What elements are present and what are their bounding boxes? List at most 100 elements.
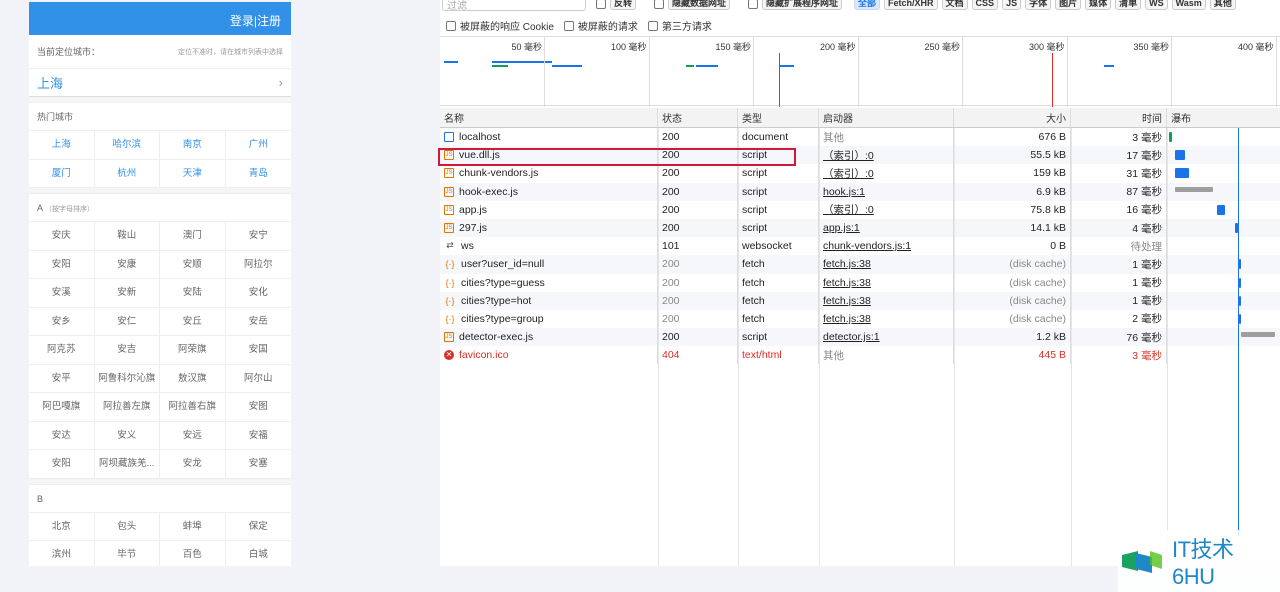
city-item[interactable]: 安丘 xyxy=(160,307,226,336)
table-row[interactable]: JS chunk-vendors.js 200 script （索引）:0 159 kB 3… xyxy=(440,164,1280,183)
table-row[interactable]: localhost 200 document 其他 676 B3 毫秒 xyxy=(440,128,1280,147)
city-item[interactable]: 阿荣旗 xyxy=(160,336,226,365)
city-item[interactable]: 阿坝藏族羌... xyxy=(94,450,160,479)
type-filter-button[interactable]: Fetch/XHR xyxy=(884,0,938,10)
column-header[interactable]: 名称 xyxy=(440,108,658,127)
hot-city-item[interactable]: 青岛 xyxy=(225,160,291,188)
table-row[interactable]: JS app.js 200 script （索引）:0 75.8 kB 16 毫秒 xyxy=(440,200,1280,219)
login-register-link[interactable]: 登录|注册 xyxy=(230,14,281,28)
column-header[interactable]: 类型 xyxy=(738,108,819,127)
initiator-link[interactable]: app.js:1 xyxy=(823,222,860,234)
city-item[interactable]: 阿巴嘎旗 xyxy=(29,393,95,422)
request-name[interactable]: user?user_id=null xyxy=(461,258,544,270)
initiator-link[interactable]: （索引）:0 xyxy=(823,148,874,163)
city-item[interactable]: 安宁 xyxy=(225,222,291,251)
city-item[interactable]: 百色 xyxy=(160,541,226,566)
type-filter-button[interactable]: 全部 xyxy=(854,0,881,10)
city-item[interactable]: 澳门 xyxy=(160,222,226,251)
initiator-link[interactable]: fetch.js:38 xyxy=(823,277,871,289)
city-item[interactable]: 白城 xyxy=(226,541,292,566)
table-row[interactable]: JS hook-exec.js 200 script hook.js:1 6.9 kB 87… xyxy=(440,182,1280,201)
request-name[interactable]: favicon.ico xyxy=(459,349,509,361)
hot-city-item[interactable]: 上海 xyxy=(29,131,95,160)
hot-city-item[interactable]: 天津 xyxy=(160,159,226,188)
city-item[interactable]: 安顺 xyxy=(160,250,226,279)
city-item[interactable]: 安新 xyxy=(94,279,160,308)
column-header[interactable]: 大小 xyxy=(954,108,1071,127)
hot-city-item[interactable]: 南京 xyxy=(160,131,226,160)
blocked-cookies-checkbox[interactable]: 被屏蔽的响应 Cookie xyxy=(446,18,554,33)
column-header[interactable]: 瀑布 xyxy=(1167,108,1280,127)
city-item[interactable]: 安福 xyxy=(225,422,291,450)
city-item[interactable]: 阿尔山 xyxy=(225,365,291,393)
city-item[interactable]: 安溪 xyxy=(29,279,95,308)
timeline-overview[interactable]: 50 毫秒 100 毫秒 150 毫秒 200 毫秒 250 毫秒 300 毫秒 350 毫… xyxy=(440,36,1280,107)
city-item[interactable]: 安吉 xyxy=(94,336,160,365)
request-name[interactable]: 297.js xyxy=(459,222,487,234)
city-item[interactable]: 安阳 xyxy=(29,450,95,479)
request-name[interactable]: cities?type=guess xyxy=(461,277,545,289)
type-filter-button[interactable]: 媒体 xyxy=(1085,0,1112,10)
type-filter-button[interactable]: WS xyxy=(1145,0,1168,10)
column-header[interactable]: 状态 xyxy=(658,108,738,127)
column-header[interactable]: 时间 xyxy=(1071,108,1167,127)
request-name[interactable]: detector-exec.js xyxy=(459,331,533,343)
request-name[interactable]: ws xyxy=(461,240,474,252)
city-item[interactable]: 阿拉尔 xyxy=(225,251,291,279)
table-row[interactable]: {·} user?user_id=null 200 fetch fetch.js:38 (… xyxy=(440,255,1280,274)
city-item[interactable]: 阿拉善右旗 xyxy=(160,393,226,422)
hide-ext-urls-checkbox[interactable]: 隐藏扩展程序网址 xyxy=(748,0,843,10)
city-item[interactable]: 保定 xyxy=(225,513,291,541)
city-item[interactable]: 敖汉旗 xyxy=(160,364,226,393)
type-filter-button[interactable]: 清单 xyxy=(1115,0,1142,10)
request-name[interactable]: app.js xyxy=(459,204,487,216)
city-item[interactable]: 安图 xyxy=(225,393,291,422)
hot-city-item[interactable]: 广州 xyxy=(225,131,291,160)
city-item[interactable]: 安达 xyxy=(29,421,95,450)
type-filter-button[interactable]: Wasm xyxy=(1171,0,1206,10)
initiator-link[interactable]: fetch.js:38 xyxy=(823,258,871,270)
city-item[interactable]: 毕节 xyxy=(95,541,160,566)
request-name[interactable]: cities?type=group xyxy=(461,313,544,325)
table-row[interactable]: JS 297.js 200 script app.js:1 14.1 kB 4 毫秒 xyxy=(440,218,1280,238)
city-item[interactable]: 蚌埠 xyxy=(160,512,226,541)
city-item[interactable]: 包头 xyxy=(94,512,160,541)
table-row[interactable]: ⇄ ws 101 websocket chunk-vendors.js:1 0 B 待处理 xyxy=(440,237,1280,256)
type-filter-button[interactable]: 图片 xyxy=(1055,0,1082,10)
city-item[interactable]: 安国 xyxy=(225,336,291,365)
city-item[interactable]: 北京 xyxy=(29,512,95,541)
city-item[interactable]: 安庆 xyxy=(29,222,95,251)
city-item[interactable]: 阿克苏 xyxy=(29,336,95,365)
initiator-link[interactable]: （索引）:0 xyxy=(823,166,874,181)
initiator-link[interactable]: fetch.js:38 xyxy=(823,295,871,307)
table-row[interactable]: ✕ favicon.ico 404 text/html 其他 445 B3 毫秒 xyxy=(440,346,1280,365)
city-item[interactable]: 安康 xyxy=(94,250,160,279)
filter-input[interactable]: 过滤 xyxy=(442,0,586,12)
hot-city-item[interactable]: 杭州 xyxy=(94,159,160,188)
blocked-requests-checkbox[interactable]: 被屏蔽的请求 xyxy=(563,18,638,33)
initiator-link[interactable]: （索引）:0 xyxy=(823,202,874,217)
initiator-link[interactable]: fetch.js:38 xyxy=(823,313,871,325)
table-row[interactable]: {·} cities?type=group 200 fetch fetch.js:38 (… xyxy=(440,309,1280,329)
hide-data-urls-checkbox[interactable]: 隐藏数据网址 xyxy=(654,0,731,10)
initiator-link[interactable]: hook.js:1 xyxy=(823,186,865,198)
city-item[interactable]: 滨州 xyxy=(29,541,95,566)
table-row[interactable]: {·} cities?type=hot 200 fetch fetch.js:38 (di… xyxy=(440,291,1280,310)
table-row[interactable]: {·} cities?type=guess 200 fetch fetch.js:38 (… xyxy=(440,273,1280,292)
city-item[interactable]: 安陆 xyxy=(160,279,226,308)
initiator-link[interactable]: chunk-vendors.js:1 xyxy=(823,240,911,252)
city-item[interactable]: 安阳 xyxy=(29,250,95,279)
type-filter-button[interactable]: 字体 xyxy=(1025,0,1052,10)
table-row[interactable]: JS detector-exec.js 200 script detector.js:1… xyxy=(440,328,1280,347)
city-item[interactable]: 阿拉善左旗 xyxy=(94,393,160,422)
city-item[interactable]: 安乡 xyxy=(29,307,95,336)
city-item[interactable]: 安远 xyxy=(160,421,226,450)
city-item[interactable]: 安化 xyxy=(225,279,291,308)
third-party-checkbox[interactable]: 第三方请求 xyxy=(647,18,712,33)
current-city-row[interactable]: 上海 › xyxy=(29,69,291,97)
hot-city-item[interactable]: 厦门 xyxy=(29,159,95,188)
type-filter-button[interactable]: JS xyxy=(1002,0,1022,10)
city-item[interactable]: 安仁 xyxy=(94,307,160,336)
city-item[interactable]: 安义 xyxy=(94,421,160,450)
request-name[interactable]: hook-exec.js xyxy=(459,186,518,198)
